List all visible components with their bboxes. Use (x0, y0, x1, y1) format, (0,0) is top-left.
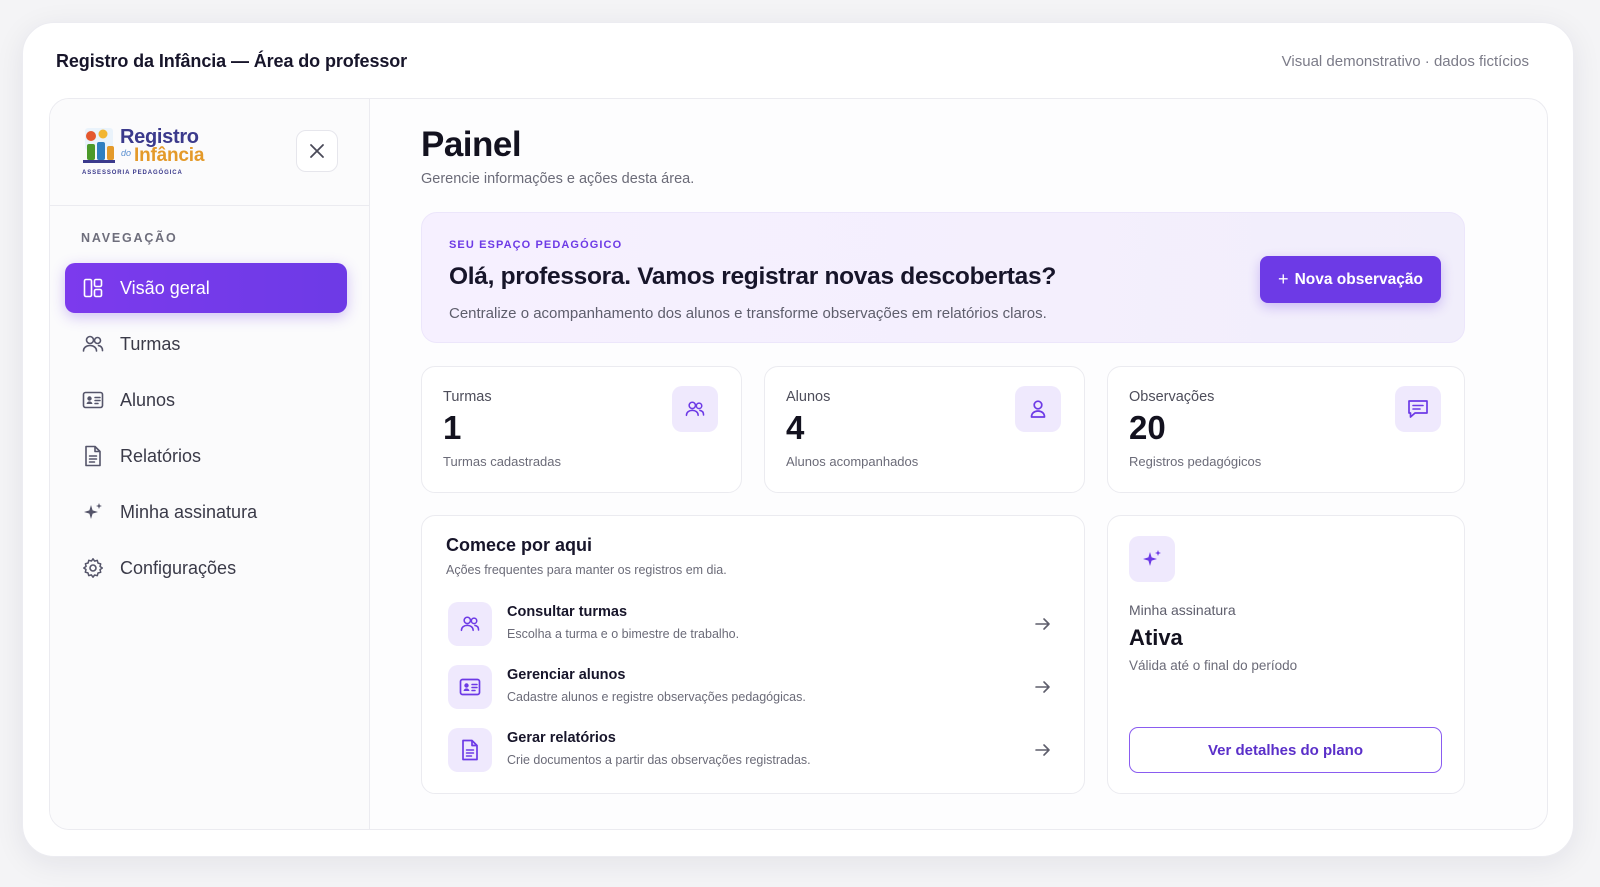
users-icon (82, 333, 104, 355)
arrow-right-icon (1035, 744, 1050, 756)
close-icon (310, 144, 324, 158)
sidebar-item-label: Alunos (120, 389, 176, 410)
sidebar-item-visao-geral[interactable]: Visão geral (65, 263, 347, 313)
arrow-right-icon (1035, 618, 1050, 630)
sparkle-icon (82, 501, 104, 523)
stat-label: Observações (1129, 389, 1215, 405)
demo-note: Visual demonstrativo · dados fictícios (1281, 53, 1529, 70)
stat-description: Alunos acompanhados (786, 454, 919, 469)
action-description: Crie documentos a partir das observações… (507, 753, 811, 767)
action-gerar-relatorios[interactable]: Gerar relatórios Crie documentos a parti… (448, 726, 1053, 774)
logo-tagline: ASSESSORIA PEDAGÓGICA (82, 170, 183, 176)
sidebar-nav: Visão geral Turmas Alunos Relatórios Min… (65, 263, 347, 599)
id-card-icon (448, 665, 492, 709)
close-sidebar-button[interactable] (296, 130, 338, 172)
sidebar-item-minha-assinatura[interactable]: Minha assinatura (65, 487, 347, 537)
nav-section-label: NAVEGAÇÃO (81, 231, 178, 245)
stat-description: Registros pedagógicos (1129, 454, 1262, 469)
quick-actions-card: Comece por aqui Ações frequentes para ma… (421, 515, 1085, 794)
stat-card-alunos[interactable]: Alunos 4 Alunos acompanhados (764, 366, 1085, 493)
document-icon (448, 728, 492, 772)
quick-actions-subtitle: Ações frequentes para manter os registro… (446, 563, 727, 577)
sidebar-item-alunos[interactable]: Alunos (65, 375, 347, 425)
subscription-label: Minha assinatura (1129, 602, 1236, 618)
action-consultar-turmas[interactable]: Consultar turmas Escolha a turma e o bim… (448, 600, 1053, 648)
app-container: Registro do Infância ASSESSORIA PEDAGÓGI… (49, 98, 1548, 830)
logo-text-do: do (121, 148, 132, 158)
users-icon (672, 386, 718, 432)
stat-value: 20 (1129, 409, 1166, 446)
stat-label: Turmas (443, 389, 492, 405)
window-title: Registro da Infância — Área do professor (56, 51, 408, 71)
stat-card-turmas[interactable]: Turmas 1 Turmas cadastradas (421, 366, 742, 493)
page-subtitle: Gerencie informações e ações desta área. (421, 171, 695, 187)
sidebar-item-label: Configurações (120, 557, 237, 578)
banner-title: Olá, professora. Vamos registrar novas d… (449, 263, 1056, 290)
user-icon (1015, 386, 1061, 432)
subscription-card: Minha assinatura Ativa Válida até o fina… (1107, 515, 1465, 794)
action-description: Cadastre alunos e registre observações p… (507, 690, 806, 704)
action-title: Consultar turmas (507, 604, 628, 620)
quick-actions-title: Comece por aqui (446, 535, 593, 555)
sidebar-item-configuracoes[interactable]: Configurações (65, 543, 347, 593)
welcome-banner: SEU ESPAÇO PEDAGÓGICO Olá, professora. V… (421, 212, 1465, 343)
banner-text: Centralize o acompanhamento dos alunos e… (449, 305, 1047, 322)
sidebar-item-label: Visão geral (120, 277, 210, 298)
action-gerenciar-alunos[interactable]: Gerenciar alunos Cadastre alunos e regis… (448, 663, 1053, 711)
sidebar-item-label: Relatórios (120, 445, 202, 466)
action-title: Gerenciar alunos (507, 667, 626, 683)
plan-details-button[interactable]: Ver detalhes do plano (1129, 727, 1442, 773)
subscription-description: Válida até o final do período (1129, 658, 1298, 673)
layout-icon (82, 277, 104, 299)
subscription-status: Ativa (1129, 625, 1183, 650)
document-icon (82, 445, 104, 467)
arrow-right-icon (1035, 681, 1050, 693)
sidebar-item-turmas[interactable]: Turmas (65, 319, 347, 369)
new-observation-button[interactable]: + Nova observação (1260, 256, 1441, 303)
brand-logo[interactable]: Registro do Infância ASSESSORIA PEDAGÓGI… (79, 122, 204, 182)
new-observation-label: Nova observação (1294, 270, 1423, 288)
gear-icon (82, 557, 104, 579)
page-title: Painel (421, 125, 522, 164)
logo-graphic-icon (83, 128, 115, 163)
action-title: Gerar relatórios (507, 730, 616, 746)
sparkle-icon (1129, 536, 1175, 582)
stat-value: 4 (786, 409, 805, 446)
sidebar-header: Registro do Infância ASSESSORIA PEDAGÓGI… (50, 99, 369, 206)
message-icon (1395, 386, 1441, 432)
stat-label: Alunos (786, 389, 831, 405)
id-card-icon (82, 389, 104, 411)
banner-eyebrow: SEU ESPAÇO PEDAGÓGICO (449, 239, 623, 251)
stat-description: Turmas cadastradas (443, 454, 562, 469)
plus-icon: + (1278, 269, 1289, 289)
stat-value: 1 (443, 409, 462, 446)
sidebar-item-relatorios[interactable]: Relatórios (65, 431, 347, 481)
logo-text-infancia: Infância (134, 145, 205, 166)
main-content: Painel Gerencie informações e ações dest… (421, 99, 1547, 829)
sidebar-item-label: Minha assinatura (120, 501, 258, 522)
sidebar: Registro do Infância ASSESSORIA PEDAGÓGI… (50, 99, 370, 829)
sidebar-item-label: Turmas (120, 333, 181, 354)
users-icon (448, 602, 492, 646)
action-description: Escolha a turma e o bimestre de trabalho… (507, 627, 740, 641)
stat-card-observacoes[interactable]: Observações 20 Registros pedagógicos (1107, 366, 1465, 493)
app-window: Registro da Infância — Área do professor… (22, 22, 1574, 857)
